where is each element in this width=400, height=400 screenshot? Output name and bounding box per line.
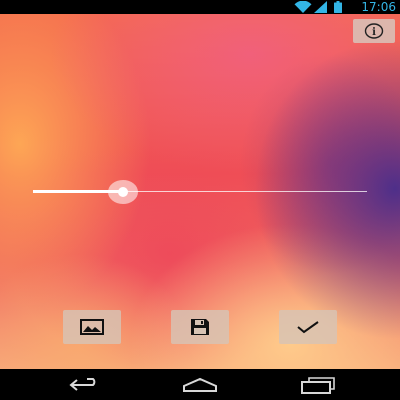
save-button[interactable] xyxy=(171,310,229,344)
info-icon: i xyxy=(364,23,384,39)
navigation-bar xyxy=(0,369,400,400)
image-button[interactable] xyxy=(63,310,121,344)
cell-signal-icon xyxy=(314,1,327,13)
wifi-icon xyxy=(294,1,312,13)
slider-thumb[interactable] xyxy=(108,180,139,204)
recent-apps-button[interactable] xyxy=(278,369,358,400)
back-button[interactable] xyxy=(45,369,125,400)
adjustment-slider[interactable] xyxy=(33,180,367,204)
info-glyph: i xyxy=(372,27,376,38)
home-button[interactable] xyxy=(160,369,240,400)
checkmark-icon xyxy=(297,321,319,334)
home-icon xyxy=(183,377,217,392)
screen: 17:06 i xyxy=(0,0,400,400)
image-icon xyxy=(80,319,104,335)
status-time: 17:06 xyxy=(361,0,396,14)
battery-icon xyxy=(334,1,342,13)
floppy-disk-icon xyxy=(191,319,209,335)
status-bar: 17:06 xyxy=(0,0,400,14)
info-button[interactable]: i xyxy=(353,19,395,43)
confirm-button[interactable] xyxy=(279,310,337,344)
recent-apps-icon xyxy=(301,376,335,394)
back-icon xyxy=(69,377,96,391)
